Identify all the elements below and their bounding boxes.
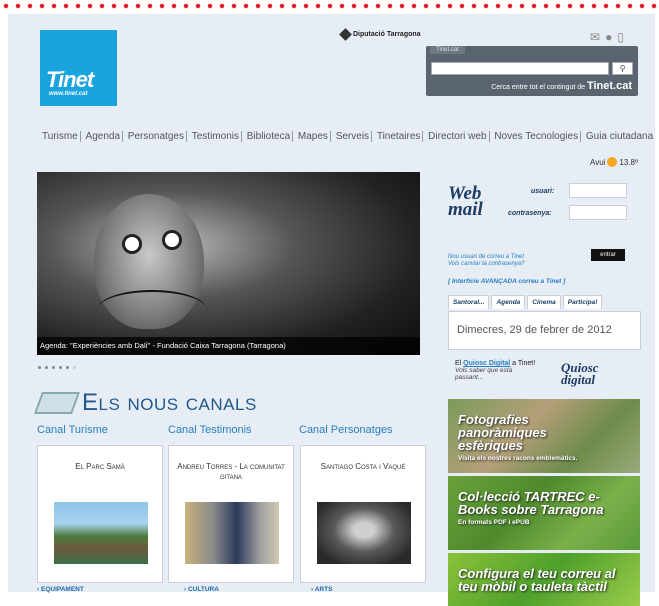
menu-item-noves-tecnologies[interactable]: Noves Tecnologies (492, 131, 582, 142)
hero-eye-left (122, 234, 142, 254)
main-menu: Turisme Agenda Personatges Testimonis Bi… (40, 131, 655, 142)
pager-dot[interactable] (59, 366, 62, 369)
webmail-login: Web mail usuari: contrasenya: entrar Nou… (448, 183, 638, 285)
search-box: Tinet.cat ⚲ Cerca entre tot el contingut… (426, 46, 638, 96)
menu-item-agenda[interactable]: Agenda (83, 131, 124, 142)
menu-item-personatges[interactable]: Personatges (125, 131, 187, 142)
pager-dot[interactable] (45, 366, 48, 369)
canal-title-testimonis[interactable]: Canal Testimonis (168, 424, 299, 436)
canal-card-turisme[interactable]: El Parc Samà (37, 445, 163, 583)
pager-dot[interactable] (66, 366, 69, 369)
banner-title: Fotografies panoràmiques esfèriques (458, 412, 547, 453)
tab-participa[interactable]: Participa! (562, 295, 603, 309)
tab-santoral[interactable]: Santoral... (448, 295, 490, 309)
menu-item-guia-ciutadana[interactable]: Guia ciutadana (584, 131, 655, 142)
kiosk-logo[interactable]: Quiosc digital (561, 361, 611, 386)
password-label: contrasenya: (508, 210, 552, 217)
banner-title: Col·lecció TARTREC e-Books sobre Tarrago… (458, 489, 604, 517)
banner-sub: En formats PDF i ePUB (458, 519, 530, 526)
webmail-links: Nou usuari de correu a Tinet Vols canvia… (448, 254, 525, 268)
login-button[interactable]: entrar (591, 249, 625, 261)
menu-item-turisme[interactable]: Turisme (40, 131, 81, 142)
pager-dot[interactable] (38, 366, 41, 369)
banner-sub: Visita els nostres racons emblemàtics. (458, 455, 578, 462)
advanced-interface-link[interactable]: [ Interfície AVANÇADA correu a Tinet ] (448, 278, 565, 285)
card-image (317, 502, 411, 564)
mail-icon[interactable]: ✉ (590, 30, 600, 44)
canals-heading: Els nous canals (33, 389, 257, 417)
menu-item-directori-web[interactable]: Directori web (426, 131, 490, 142)
diputacio-icon (339, 28, 352, 41)
user-label: usuari: (531, 188, 555, 195)
weather-temp: 13.8º (619, 157, 638, 167)
search-icon: ⚲ (619, 64, 626, 73)
webmail-logo: Web mail (448, 183, 483, 220)
user-input[interactable] (569, 183, 627, 198)
user-icon[interactable]: ● (605, 30, 612, 44)
search-tab[interactable]: Tinet.cat (430, 46, 465, 54)
pager-dot[interactable] (52, 366, 55, 369)
menu-item-serveis[interactable]: Serveis (333, 131, 373, 142)
search-hint: Cerca entre tot el contingut de Tinet.ca… (491, 80, 632, 92)
kiosk-sub: Vols saber que està passant... (455, 367, 513, 381)
logo-url: www.tinet.cat (49, 91, 88, 97)
hero-slideshow[interactable]: Agenda: "Experiències amb Dalí" - Fundac… (37, 172, 420, 355)
channels-icon (33, 392, 81, 414)
card-image (54, 502, 148, 564)
canal-title-turisme[interactable]: Canal Turisme (37, 424, 168, 436)
hero-caption[interactable]: Agenda: "Experiències amb Dalí" - Fundac… (37, 337, 420, 355)
diputacio-label: Diputació Tarragona (353, 31, 421, 38)
diputacio-logo[interactable]: Diputació Tarragona (339, 28, 421, 41)
sun-icon (607, 157, 618, 167)
menu-item-mapes[interactable]: Mapes (295, 131, 331, 142)
card-name: Santiago Costa i Vaqué (320, 462, 406, 471)
hero-eye-right (162, 230, 182, 250)
top-icons: ✉ ● ▯ (590, 30, 624, 44)
menu-item-tinetaires[interactable]: Tinetaires (374, 131, 424, 142)
banner-title: Configura el teu correu al teu mòbil o t… (458, 566, 616, 594)
card-name: El Parc Samà (75, 462, 125, 471)
banner-panoramic[interactable]: Fotografies panoràmiques esfèriques Visi… (448, 399, 640, 473)
logo-text: Tinet (46, 67, 94, 92)
pager-dot[interactable] (73, 366, 76, 369)
kiosk-link[interactable]: Quiosc Digital (463, 360, 510, 367)
kiosk-promo: El Quiosc Digital a Tinet! Vols saber qu… (455, 360, 635, 392)
search-button[interactable]: ⚲ (612, 62, 633, 75)
card-name: Andreu Torres - La comunitat gitana (177, 462, 285, 481)
weather-label: Avui (590, 157, 606, 167)
tinet-logo[interactable]: Tinet www.tinet.cat (40, 30, 117, 106)
canal-card-personatges[interactable]: Santiago Costa i Vaqué (300, 445, 426, 583)
canal-title-personatges[interactable]: Canal Personatges (299, 424, 430, 436)
banner-mobile-mail[interactable]: Configura el teu correu al teu mòbil o t… (448, 553, 640, 606)
slideshow-pager (38, 366, 76, 369)
hero-moustache (97, 290, 207, 330)
change-password-link[interactable]: Vols canviar la contrasenya? (448, 261, 525, 268)
canals-title: Els nous canals (82, 389, 257, 416)
password-input[interactable] (569, 205, 627, 220)
new-user-link[interactable]: Nou usuari de correu a Tinet (448, 254, 525, 261)
weather-widget[interactable]: Avui 13.8º (590, 157, 638, 167)
page-container: Tinet www.tinet.cat Diputació Tarragona … (8, 14, 655, 606)
banner-ebooks[interactable]: Col·lecció TARTREC e-Books sobre Tarrago… (448, 476, 640, 550)
menu-item-biblioteca[interactable]: Biblioteca (244, 131, 294, 142)
canal-card-testimonis[interactable]: Andreu Torres - La comunitat gitana (168, 445, 294, 583)
decorative-dot-border (0, 0, 659, 14)
mobile-icon[interactable]: ▯ (617, 30, 624, 44)
tab-agenda[interactable]: Agenda (491, 295, 526, 309)
tab-cinema[interactable]: Cinema (527, 295, 561, 309)
info-tabs: Santoral... Agenda Cinema Participa! (448, 295, 603, 309)
card-image (185, 502, 279, 564)
menu-item-testimonis[interactable]: Testimonis (189, 131, 242, 142)
canal-titles: Canal Turisme Canal Testimonis Canal Per… (37, 424, 437, 436)
search-input[interactable] (431, 62, 609, 75)
current-date: Dimecres, 29 de febrer de 2012 (448, 311, 641, 350)
